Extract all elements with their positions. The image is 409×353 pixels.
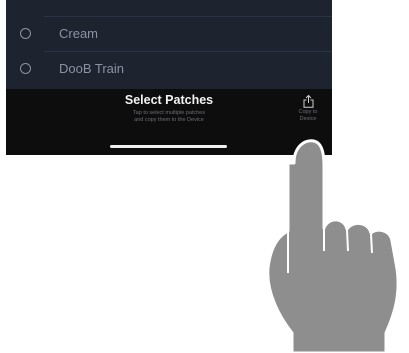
share-upload-icon [303, 95, 314, 108]
list-item[interactable]: Cream [6, 17, 332, 52]
list-item-label: DooB Train [59, 61, 125, 76]
list-item[interactable]: DooB Train [6, 52, 332, 87]
phone-screen: Cream DooB Train Select Patches Tap to s… [6, 0, 332, 155]
copy-to-device-button[interactable]: Copy to Device [292, 95, 324, 135]
radio-empty-icon[interactable] [20, 28, 31, 39]
pointing-hand-icon [266, 139, 400, 353]
copy-label-line: Copy to [298, 109, 318, 115]
radio-empty-icon[interactable] [20, 63, 31, 74]
home-indicator[interactable] [110, 145, 227, 148]
subtitle-line: and copy them to the Device [134, 117, 204, 123]
patch-list: Cream DooB Train [6, 0, 332, 89]
bar-subtitle: Tap to select multiple patches and copy … [6, 110, 332, 124]
subtitle-line: Tap to select multiple patches [132, 110, 206, 116]
copy-label: Copy to Device [292, 109, 324, 123]
copy-label-line: Device [299, 116, 317, 122]
list-item-label: Cream [59, 26, 99, 41]
bar-title: Select Patches [124, 93, 214, 107]
